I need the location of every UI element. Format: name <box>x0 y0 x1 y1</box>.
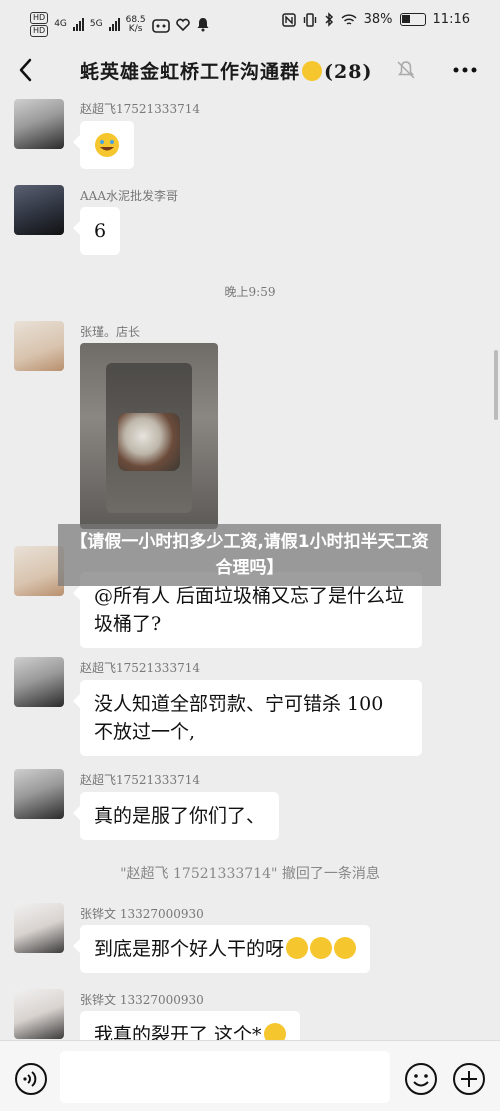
message-input[interactable] <box>60 1051 390 1103</box>
avatar[interactable] <box>14 989 64 1039</box>
hd-badge-2: HD <box>30 25 49 37</box>
sender-name: 赵超飞17521333714 <box>80 773 200 787</box>
network-type-1: 4G <box>54 19 67 29</box>
nfc-icon <box>281 12 296 27</box>
chat-header: 蚝英雄金虹桥工作沟通群 (28) <box>0 44 500 98</box>
member-count: (28) <box>324 61 373 83</box>
tearful-emoji-icon <box>286 937 309 959</box>
clock: 11:16 <box>432 12 470 27</box>
notification-bell-icon <box>197 18 209 32</box>
message-bubble[interactable]: 6 <box>72 207 121 255</box>
message-text: 到底是那个好人干的呀 <box>94 938 285 960</box>
mute-bell-icon <box>397 61 415 79</box>
message-bubble[interactable]: 真的是服了你们了、 <box>72 792 280 840</box>
smile-emoji-icon <box>302 61 323 81</box>
message-bubble[interactable]: 没人知道全部罚款、宁可错杀 100 不放过一个, <box>73 680 422 756</box>
heart-icon <box>175 18 190 31</box>
avatar[interactable] <box>14 769 64 819</box>
sender-name: 张铧文 13327000930 <box>80 907 204 921</box>
timestamp: 晚上9:59 <box>224 285 276 299</box>
battery-percent: 38% <box>363 12 393 27</box>
chat-title: 蚝英雄金虹桥工作沟通群 (28) <box>80 57 372 84</box>
sender-name: 赵超飞17521333714 <box>80 102 200 116</box>
sender-name: AAA水泥批发李哥 <box>80 189 178 203</box>
avatar[interactable] <box>14 546 64 596</box>
message-bubble[interactable]: 到底是那个好人干的呀 <box>72 925 371 973</box>
avatar[interactable] <box>14 657 64 707</box>
sender-name: 赵超飞17521333714 <box>80 661 200 675</box>
article-title-overlay: 【请假一小时扣多少工资,请假1小时扣半天工资合理吗】 <box>58 524 441 586</box>
signal-icon-2 <box>108 18 120 31</box>
avatar[interactable] <box>14 99 64 149</box>
network-type-2: 5G <box>89 19 103 29</box>
hd-badge-1: HD <box>30 12 49 24</box>
tearful-emoji-icon <box>334 937 357 959</box>
recall-notice: "赵超飞 17521333714" 撤回了一条消息 <box>120 866 380 882</box>
bluetooth-icon <box>325 12 333 27</box>
message-bubble[interactable] <box>73 121 134 169</box>
emoji-icon[interactable] <box>404 1062 438 1096</box>
vibrate-icon <box>303 12 316 27</box>
voice-icon[interactable] <box>14 1062 48 1096</box>
chat-title-text: 蚝英雄金虹桥工作沟通群 <box>80 61 301 83</box>
crying-laughing-emoji-icon <box>95 133 119 157</box>
photo-trash-shape <box>118 413 180 471</box>
wifi-icon <box>341 13 357 25</box>
sender-name: 张铧文 13327000930 <box>80 993 204 1007</box>
more-options-icon[interactable] <box>452 62 478 78</box>
status-bar: HD HD 4G 5G 68.5 K/s 38% 11:16 <box>0 0 500 44</box>
avatar[interactable] <box>14 185 64 235</box>
network-speed-unit: K/s <box>128 23 143 34</box>
sender-name: 张瑾。店长 <box>80 325 141 339</box>
input-bar <box>0 1040 500 1111</box>
avatar[interactable] <box>14 321 64 371</box>
scrollbar[interactable] <box>494 350 498 420</box>
app-notification-icon <box>151 18 170 33</box>
back-arrow-icon[interactable] <box>16 56 36 84</box>
battery-icon <box>399 13 426 26</box>
plus-icon[interactable] <box>452 1062 486 1096</box>
avatar[interactable] <box>14 903 64 953</box>
trash-bin-photo[interactable] <box>80 343 218 529</box>
signal-icon <box>72 18 84 31</box>
tearful-emoji-icon <box>310 937 333 959</box>
